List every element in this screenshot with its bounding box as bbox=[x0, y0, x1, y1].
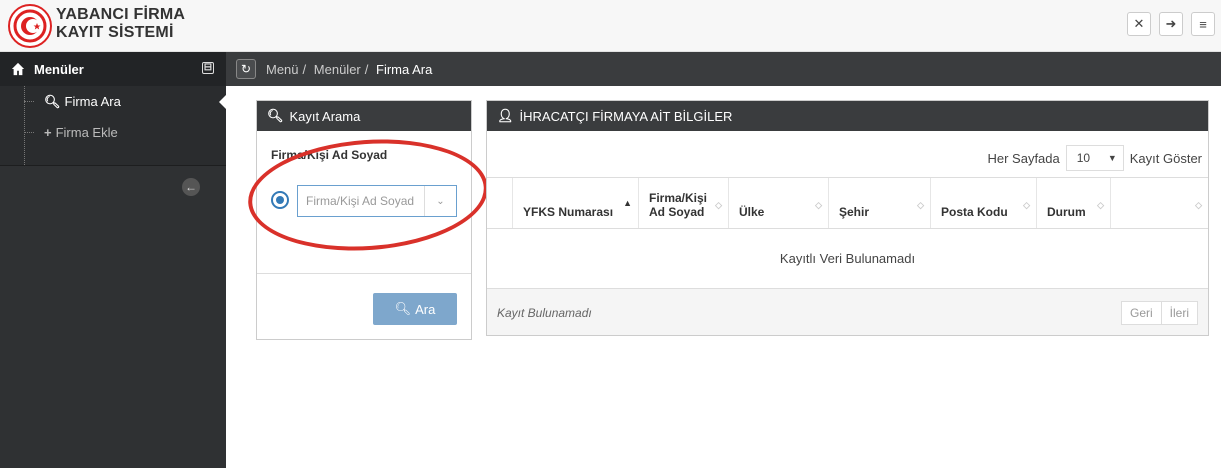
record-count-text: Kayıt Bulunamadı bbox=[497, 306, 592, 320]
name-field-label: Firma/Kişi Ad Soyad bbox=[271, 148, 388, 162]
search-icon: 🔍︎ bbox=[267, 108, 284, 123]
next-page-button[interactable]: İleri bbox=[1161, 301, 1198, 325]
hamburger-icon[interactable]: ≡ bbox=[1191, 12, 1215, 36]
column-header-city[interactable]: Şehir ◇ bbox=[829, 178, 931, 228]
per-page-control: Her Sayfada 10 ▼ Kayıt Göster bbox=[987, 145, 1202, 171]
search-panel-title: Kayıt Arama bbox=[289, 108, 361, 124]
chevron-down-icon: ⌄ bbox=[424, 186, 456, 216]
brand-line-2: KAYIT SİSTEMİ bbox=[56, 24, 174, 41]
sidebar-item-label: Firma Ara bbox=[64, 94, 121, 109]
search-button[interactable]: 🔍︎ Ara bbox=[373, 293, 457, 325]
brand-line-1: YABANCI FİRMA bbox=[56, 6, 186, 23]
column-header-country[interactable]: Ülke ◇ bbox=[729, 178, 829, 228]
brand-title: YABANCI FİRMA KAYIT SİSTEMİ bbox=[56, 6, 185, 42]
name-select[interactable]: Firma/Kişi Ad Soyad ⌄ bbox=[297, 185, 457, 217]
plus-icon: + bbox=[44, 125, 52, 140]
logout-icon[interactable]: ➜ bbox=[1159, 12, 1183, 36]
collapse-icon[interactable]: ⊟ bbox=[202, 62, 214, 74]
name-select-placeholder: Firma/Kişi Ad Soyad bbox=[306, 194, 415, 208]
column-header-name[interactable]: Firma/Kişi Ad Soyad ◇ bbox=[639, 178, 729, 228]
breadcrumb: Menü / Menüler / Firma Ara bbox=[266, 61, 433, 77]
table-footer: Kayıt Bulunamadı Geri İleri bbox=[487, 289, 1208, 335]
fullscreen-icon[interactable]: ✕ bbox=[1127, 12, 1151, 36]
per-page-value: 10 bbox=[1076, 151, 1091, 165]
sidebar-title: Menüler bbox=[34, 61, 84, 77]
ministry-logo bbox=[8, 4, 52, 48]
refresh-icon[interactable]: ↻ bbox=[236, 59, 256, 79]
caret-down-icon: ▼ bbox=[1107, 153, 1117, 163]
column-header-yfks[interactable]: YFKS Numarası ▲ bbox=[513, 178, 639, 228]
sidebar-menu: 🔍︎ Firma Ara + Firma Ekle bbox=[0, 86, 226, 166]
name-radio[interactable] bbox=[271, 191, 289, 209]
breadcrumb-current: Firma Ara bbox=[376, 61, 433, 77]
sidebar-item-firma-ara[interactable]: 🔍︎ Firma Ara bbox=[0, 86, 226, 117]
column-spacer bbox=[487, 178, 513, 228]
column-header-actions[interactable]: ◇ bbox=[1111, 178, 1208, 228]
back-arrow-icon[interactable]: ← bbox=[182, 178, 200, 196]
per-page-select[interactable]: 10 ▼ bbox=[1065, 145, 1124, 171]
sidebar-item-firma-ekle[interactable]: + Firma Ekle bbox=[0, 117, 226, 148]
user-icon: 👤︎ bbox=[497, 108, 514, 123]
empty-message: Kayıtlı Veri Bulunamadı bbox=[487, 229, 1208, 289]
sidebar-item-label: Firma Ekle bbox=[55, 125, 118, 140]
breadcrumb-item[interactable]: Menüler bbox=[314, 62, 361, 77]
table-header: YFKS Numarası ▲ Firma/Kişi Ad Soyad ◇ Ülke… bbox=[487, 177, 1208, 229]
per-page-suffix: Kayıt Göster bbox=[1129, 150, 1202, 166]
search-panel-header: 🔍︎ Kayıt Arama bbox=[257, 101, 471, 131]
search-icon: 🔍︎ bbox=[394, 301, 412, 316]
search-button-label: Ara bbox=[415, 301, 436, 317]
results-panel: 👤︎ İHRACATÇI FİRMAYA AİT BİLGİLER Her Sa… bbox=[486, 100, 1209, 336]
column-header-postal-code[interactable]: Posta Kodu ◇ bbox=[931, 178, 1037, 228]
search-icon: 🔍︎ bbox=[44, 93, 61, 109]
sidebar-header: Menüler ⊟ bbox=[0, 52, 226, 86]
sidebar: Menüler ⊟ 🔍︎ Firma Ara + Firma Ekle ← bbox=[0, 52, 226, 468]
active-indicator bbox=[219, 95, 226, 109]
search-panel: 🔍︎ Kayıt Arama Firma/Kişi Ad Soyad Firma… bbox=[256, 100, 472, 340]
pagination: Geri İleri bbox=[1120, 301, 1198, 325]
breadcrumb-bar: ↻ Menü / Menüler / Firma Ara bbox=[226, 52, 1221, 86]
breadcrumb-item[interactable]: Menü bbox=[266, 62, 299, 77]
per-page-prefix: Her Sayfada bbox=[987, 150, 1060, 166]
results-panel-title: İHRACATÇI FİRMAYA AİT BİLGİLER bbox=[519, 108, 733, 124]
top-header: YABANCI FİRMA KAYIT SİSTEMİ ✕ ➜ ≡ bbox=[0, 0, 1221, 52]
home-icon bbox=[11, 62, 25, 76]
column-header-status[interactable]: Durum ◇ bbox=[1037, 178, 1111, 228]
prev-page-button[interactable]: Geri bbox=[1120, 301, 1162, 325]
results-panel-header: 👤︎ İHRACATÇI FİRMAYA AİT BİLGİLER bbox=[487, 101, 1208, 131]
